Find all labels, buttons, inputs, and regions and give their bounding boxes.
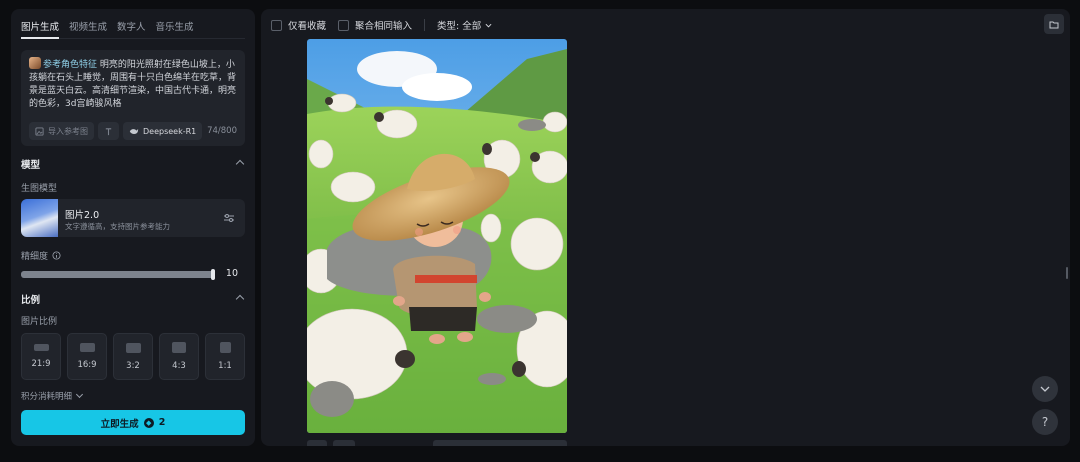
llm-select-button[interactable]: Deepseek-R1: [123, 122, 203, 140]
only-favorites-checkbox[interactable]: 仅看收藏: [271, 18, 326, 32]
precision-slider-handle[interactable]: [211, 269, 215, 280]
ratio-label: 3:2: [126, 360, 140, 371]
image-icon: [35, 126, 44, 136]
model-thumbnail: [21, 199, 58, 237]
precision-label: 精细度: [21, 252, 49, 262]
generation-panel: 图片生成 视频生成 数字人 音乐生成 参考角色特征 明亮的阳光照射在绿色山坡上，…: [11, 9, 255, 446]
results-panel: 仅看收藏 聚合相同输入 类型: 全部 ?: [261, 9, 1070, 446]
text-icon: [105, 127, 112, 135]
model-section-title: 模型: [21, 160, 41, 171]
tab-music-generation[interactable]: 音乐生成: [156, 17, 194, 39]
chevron-down-icon: [485, 23, 492, 27]
ratio-shape-icon: [172, 342, 186, 353]
prompt-box[interactable]: 参考角色特征 明亮的阳光照射在绿色山坡上，小孩躺在石头上睡觉，周围有十只白色绵羊…: [21, 50, 245, 146]
image-action-button[interactable]: [307, 440, 327, 446]
type-filter-dropdown[interactable]: 类型: 全部: [437, 18, 492, 32]
prompt-input[interactable]: 参考角色特征 明亮的阳光照射在绿色山坡上，小孩躺在石头上睡觉，周围有十只白色绵羊…: [29, 57, 237, 109]
image-action-bar[interactable]: [433, 440, 567, 446]
char-counter: 74/800: [207, 126, 237, 136]
chevron-up-icon[interactable]: [235, 159, 245, 169]
model-sub-label: 生图模型: [21, 184, 58, 194]
folder-button[interactable]: [1044, 14, 1064, 34]
merge-inputs-label: 聚合相同输入: [355, 21, 413, 32]
help-icon: ?: [1041, 415, 1049, 429]
model-description: 文字遵循高，支持图片参考能力: [65, 222, 170, 231]
ratio-shape-icon: [125, 342, 141, 353]
type-filter-label: 类型: 全部: [437, 21, 482, 32]
only-favorites-label: 仅看收藏: [288, 21, 327, 32]
toolbar-divider: [424, 19, 426, 31]
llm-label: Deepseek-R1: [143, 126, 197, 136]
settings-sliders-icon[interactable]: [223, 212, 235, 224]
prompt-tools: 导入参考图 Deepseek-R1 74/800: [29, 122, 237, 140]
folder-icon: [1049, 21, 1059, 28]
ratio-sub-label: 图片比例: [21, 317, 58, 327]
generate-button[interactable]: 立即生成 ◆ 2: [21, 410, 245, 435]
ratio-option-3-2[interactable]: 3:2: [113, 333, 153, 380]
checkbox-box: [338, 19, 350, 31]
results-toolbar: 仅看收藏 聚合相同输入 类型: 全部: [271, 17, 492, 33]
checkbox-box: [271, 19, 282, 31]
import-reference-button[interactable]: 导入参考图: [29, 122, 94, 140]
tab-image-generation[interactable]: 图片生成: [21, 17, 60, 39]
chevron-up-icon[interactable]: [235, 294, 245, 304]
model-card[interactable]: 图片2.0 文字遵循高，支持图片参考能力: [21, 199, 245, 237]
ratio-label: 16:9: [77, 360, 97, 370]
reference-avatar: [29, 57, 41, 69]
generate-cost: 2: [158, 417, 166, 428]
ratio-shape-icon: [79, 343, 95, 352]
whale-icon: [129, 128, 139, 134]
ratio-option-21-9[interactable]: 21:9: [21, 333, 61, 380]
mode-tabs: 图片生成 视频生成 数字人 音乐生成: [21, 17, 245, 39]
merge-inputs-checkbox[interactable]: 聚合相同输入: [338, 18, 412, 32]
tab-digital-human[interactable]: 数字人: [117, 17, 146, 39]
ratio-shape-icon: [219, 342, 231, 353]
credit-coin-icon: ◆: [143, 417, 154, 428]
ratio-label: 1:1: [218, 361, 232, 371]
import-reference-label: 导入参考图: [48, 126, 88, 136]
help-button[interactable]: ?: [1032, 409, 1058, 435]
precision-value: 10: [225, 268, 238, 279]
generated-image[interactable]: [307, 39, 567, 433]
tab-video-generation[interactable]: 视频生成: [69, 17, 107, 39]
scrollbar[interactable]: [1066, 267, 1068, 279]
generated-image-artwork: [307, 39, 567, 433]
precision-slider-fill: [21, 271, 215, 278]
precision-slider[interactable]: [21, 269, 215, 280]
ratio-section-title: 比例: [21, 295, 41, 306]
chevron-down-icon: [1040, 386, 1050, 392]
ratio-shape-icon: [33, 344, 49, 351]
model-name: 图片2.0: [65, 210, 100, 221]
ratio-option-4-3[interactable]: 4:3: [159, 333, 199, 380]
info-icon[interactable]: [52, 251, 61, 260]
ratio-option-1-1[interactable]: 1:1: [205, 333, 245, 380]
text-format-button[interactable]: [98, 122, 119, 140]
reference-tag[interactable]: 参考角色特征: [43, 60, 97, 70]
generate-label: 立即生成: [100, 418, 139, 430]
credit-details-toggle[interactable]: 积分消耗明细: [21, 390, 84, 402]
ratio-label: 4:3: [172, 361, 186, 371]
ratio-options: 21:9 16:9 3:2 4:3 1:1: [21, 333, 245, 380]
scroll-down-button[interactable]: [1032, 376, 1058, 402]
ratio-option-16-9[interactable]: 16:9: [67, 333, 107, 380]
precision-label-row: 精细度: [21, 249, 61, 262]
ratio-label: 21:9: [31, 359, 51, 369]
credit-details-label: 积分消耗明细: [21, 392, 73, 402]
image-action-button[interactable]: [333, 440, 355, 446]
chevron-down-icon: [75, 390, 84, 399]
